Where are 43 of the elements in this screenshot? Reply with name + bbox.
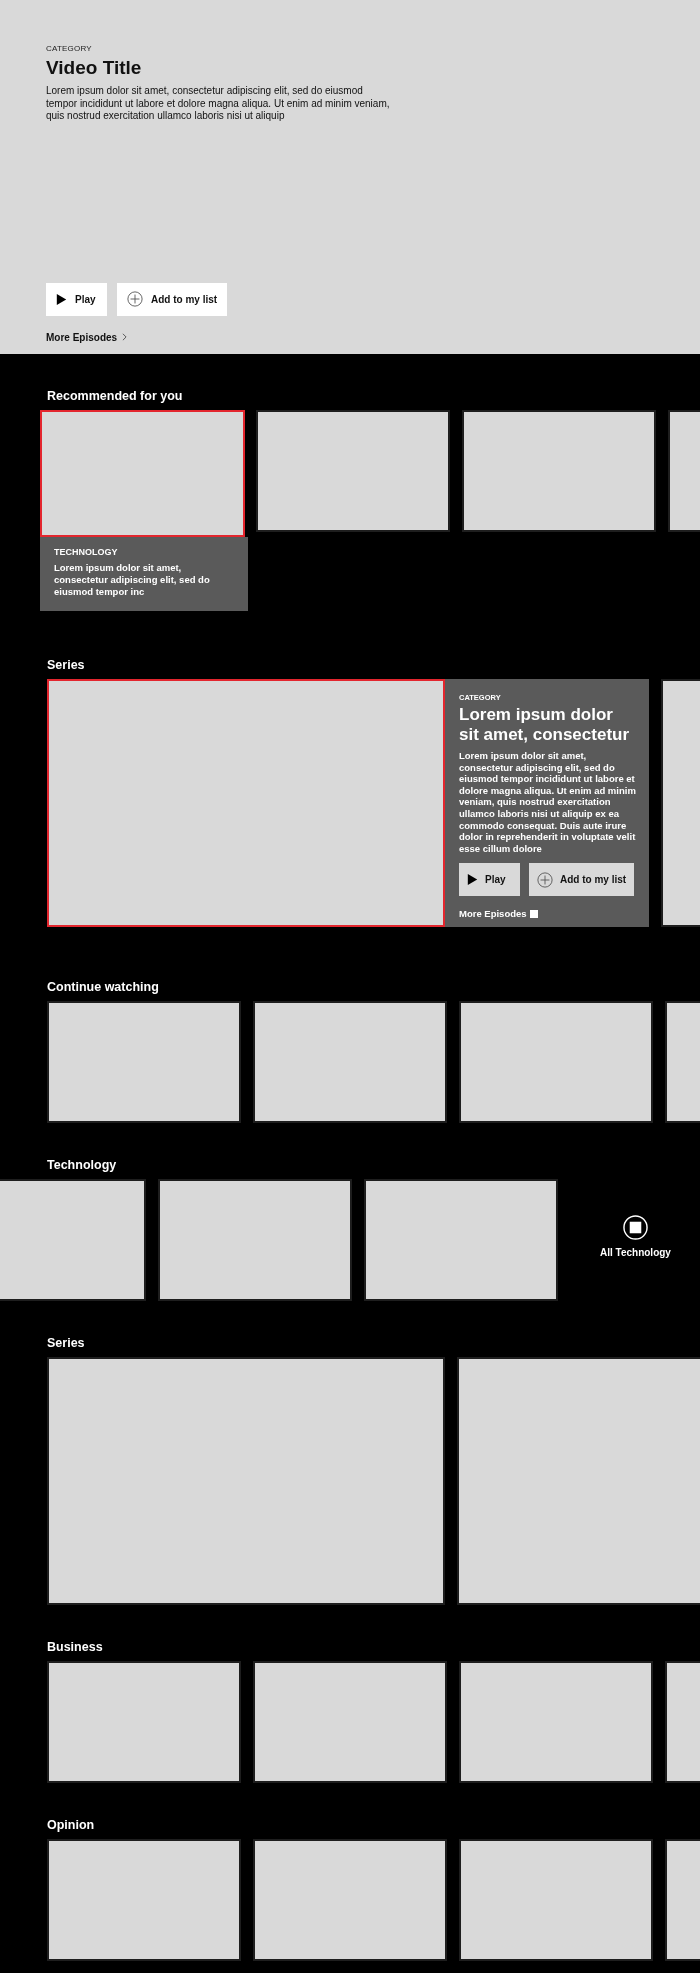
more-episodes-link[interactable]: More Episodes [459, 908, 637, 920]
video-card[interactable] [253, 1001, 447, 1123]
row-heading: Continue watching [47, 979, 160, 995]
play-button[interactable]: Play [46, 282, 107, 316]
video-card[interactable] [364, 1179, 558, 1301]
video-card[interactable] [0, 1179, 146, 1301]
video-card[interactable] [459, 1839, 653, 1961]
video-card[interactable] [47, 1001, 241, 1123]
more-episodes-link[interactable]: More Episodes [46, 331, 128, 343]
video-title: Video Title [46, 57, 142, 79]
video-card[interactable] [253, 1839, 447, 1961]
video-card[interactable] [158, 1179, 352, 1301]
add-to-list-button[interactable]: Add to my list [529, 863, 635, 897]
row-heading: Series [47, 657, 86, 673]
series-title: Lorem ipsum dolor sit amet, consectetur [459, 705, 631, 745]
play-icon [467, 873, 478, 887]
video-card[interactable] [459, 1661, 653, 1783]
series-description: Lorem ipsum dolor sit amet, consectetur adipiscing elit, sed do eiusmod tempor incididunt ut labore et dolore magna aliqua. Ut enim ad minim veniam, quis nostrud exercitation ullamco laboris nisi ut aliquip ex ea commodo consequat. Duis aute irure dolor in reprehenderit in voluptate velit esse cillum dolore [459, 750, 637, 855]
video-card[interactable] [459, 1001, 653, 1123]
view-all-link[interactable]: All Technology [600, 1215, 671, 1258]
chevron-right-icon [122, 333, 128, 341]
row-heading: Series [47, 1335, 86, 1351]
play-button[interactable]: Play [459, 863, 520, 897]
row-heading: Opinion [47, 1817, 96, 1833]
row-heading: Technology [47, 1157, 118, 1173]
category-label: TECHNOLOGY [54, 547, 119, 557]
video-card[interactable] [47, 1357, 445, 1605]
video-description: Lorem ipsum dolor sit amet, consectetur adipiscing elit, sed do eiusmod tempor incididunt ut labore et dolore magna aliqua. Ut enim ad minim veniam, quis nostrud exercitation ullamco laboris nisi ut aliquip [46, 85, 391, 123]
plus-icon [127, 291, 143, 307]
video-card[interactable] [462, 410, 656, 532]
square-circle-icon [622, 1215, 648, 1240]
plus-icon [537, 871, 553, 888]
square-icon [529, 909, 538, 918]
row-heading: Recommended for you [47, 388, 184, 404]
video-card[interactable] [47, 1661, 241, 1783]
add-to-list-button[interactable]: Add to my list [117, 282, 228, 316]
row-heading: Business [47, 1639, 104, 1655]
video-card[interactable] [253, 1661, 447, 1783]
card-description: Lorem ipsum dolor sit amet, consectetur adipiscing elit, sed do eiusmod tempor inc [54, 562, 211, 598]
category-label: CATEGORY [46, 44, 92, 53]
video-card[interactable] [256, 410, 450, 532]
video-card[interactable] [47, 1839, 241, 1961]
play-icon [56, 292, 67, 306]
